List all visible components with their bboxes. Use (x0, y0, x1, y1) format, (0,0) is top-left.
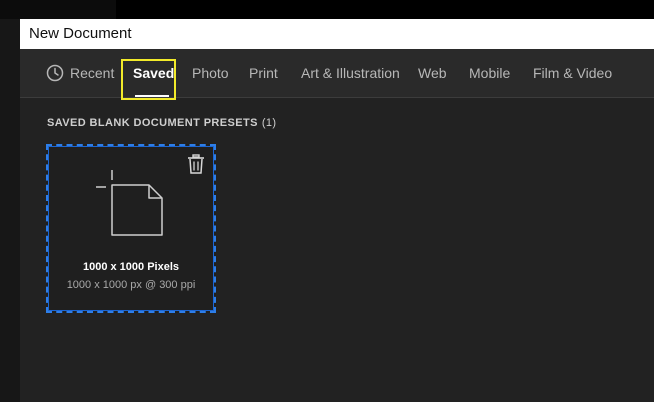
preset-count: (1) (261, 117, 277, 129)
new-document-dialog: New Document Recent Saved Photo Print Ar… (20, 19, 654, 402)
blank-document-icon (96, 170, 163, 236)
tab-highlight-box (121, 59, 176, 100)
tab-photo[interactable]: Photo (192, 49, 229, 97)
tab-film-video[interactable]: Film & Video (533, 49, 612, 97)
tab-print[interactable]: Print (249, 49, 278, 97)
section-heading-text: SAVED BLANK DOCUMENT PRESETS (47, 117, 258, 129)
tab-web[interactable]: Web (418, 49, 447, 97)
tab-art-illustration[interactable]: Art & Illustration (301, 49, 400, 97)
tab-label: Recent (70, 65, 115, 81)
preset-card[interactable]: 1000 x 1000 Pixels 1000 x 1000 px @ 300 … (46, 144, 216, 313)
dialog-title: New Document (29, 25, 132, 42)
preset-details: 1000 x 1000 px @ 300 ppi (66, 279, 196, 291)
dialog-titlebar: New Document (20, 19, 654, 49)
tab-mobile[interactable]: Mobile (469, 49, 510, 97)
section-heading: SAVED BLANK DOCUMENT PRESETS (1) (47, 117, 277, 129)
preset-category-tabs: Recent Saved Photo Print Art & Illustrat… (20, 49, 654, 98)
trash-icon[interactable] (187, 154, 205, 174)
clock-icon (46, 64, 64, 82)
preset-name: 1000 x 1000 Pixels (82, 261, 180, 273)
background-left-panel (0, 19, 20, 402)
background-area-dark (116, 0, 654, 19)
